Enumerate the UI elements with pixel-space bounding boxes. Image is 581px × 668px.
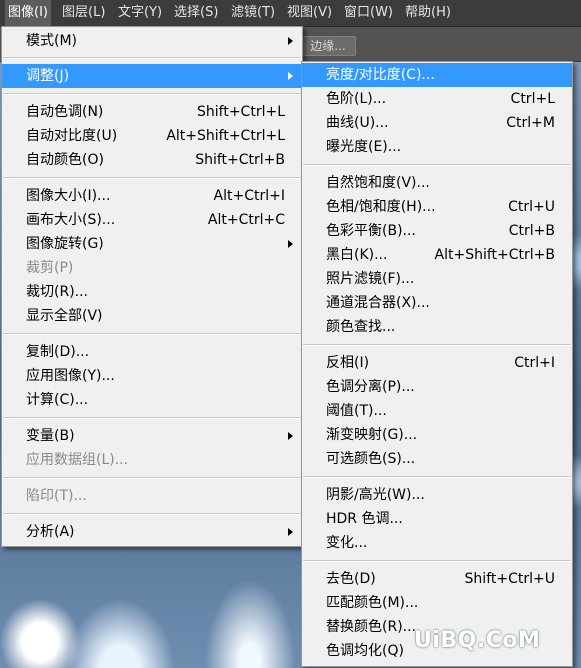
separator [3,417,301,419]
submenu-item-desaturate[interactable]: 去色(D) Shift+Ctrl+U [302,567,572,591]
separator [3,93,301,95]
submenu-item-variations[interactable]: 变化... [302,531,572,555]
menu-item-auto-color[interactable]: 自动颜色(O) Shift+Ctrl+B [2,148,302,172]
separator [303,164,571,166]
menu-item-variables[interactable]: 变量(B) [2,424,302,448]
image-menu: 模式(M) 调整(J) 自动色调(N) Shift+Ctrl+L 自动对比度(U)… [1,26,303,547]
submenu-item-threshold[interactable]: 阈值(T)... [302,399,572,423]
submenu-item-exposure[interactable]: 曝光度(E)... [302,135,572,159]
adjustments-submenu: 亮度/对比度(C)... 色阶(L)... Ctrl+L 曲线(U)... Ctrl… [301,61,573,667]
menu-item-image-size[interactable]: 图像大小(I)... Alt+Ctrl+I [2,184,302,208]
menu-select[interactable]: 选择(S) [171,0,221,26]
menu-item-trap: 陷印(T)... [26,488,87,504]
submenu-item-selective-color[interactable]: 可选颜色(S)... [302,447,572,471]
separator [3,333,301,335]
submenu-item-levels[interactable]: 色阶(L)... Ctrl+L [302,87,572,111]
menu-item-mode[interactable]: 模式(M) [2,29,302,53]
menu-help[interactable]: 帮助(H) [402,0,454,26]
menu-item-image-rotation[interactable]: 图像旋转(G) [2,232,302,256]
submenu-arrow-icon [288,72,293,80]
menu-item-analysis[interactable]: 分析(A) [2,520,302,544]
submenu-item-curves[interactable]: 曲线(U)... Ctrl+M [302,111,572,135]
separator [303,560,571,562]
menu-bar: 图像(I) 图层(L) 文字(Y) 选择(S) 滤镜(T) 视图(V) 窗口(W… [0,0,581,27]
refine-edge-button[interactable]: 边缘... [300,36,356,56]
separator [3,513,301,515]
menu-item-duplicate[interactable]: 复制(D)... [2,340,302,364]
submenu-arrow-icon [288,432,293,440]
submenu-arrow-icon [288,37,293,45]
submenu-item-brightness-contrast[interactable]: 亮度/对比度(C)... [302,63,572,87]
menu-item-reveal-all[interactable]: 显示全部(V) [2,304,302,328]
menu-item-crop: 裁剪(P) [26,260,74,276]
submenu-item-hue-saturation[interactable]: 色相/饱和度(H)... Ctrl+U [302,195,572,219]
menu-item-adjustments[interactable]: 调整(J) [2,64,302,88]
submenu-item-match-color[interactable]: 匹配颜色(M)... [302,591,572,615]
menu-item-trim[interactable]: 裁切(R)... [2,280,302,304]
menu-item-apply-image[interactable]: 应用图像(Y)... [2,364,302,388]
submenu-item-channel-mixer[interactable]: 通道混合器(X)... [302,291,572,315]
menu-image[interactable]: 图像(I) [5,0,51,26]
menu-item-auto-tone[interactable]: 自动色调(N) Shift+Ctrl+L [2,100,302,124]
submenu-item-invert[interactable]: 反相(I) Ctrl+I [302,351,572,375]
menu-view[interactable]: 视图(V) [284,0,335,26]
submenu-arrow-icon [288,240,293,248]
submenu-item-photo-filter[interactable]: 照片滤镜(F)... [302,267,572,291]
menu-item-auto-contrast[interactable]: 自动对比度(U) Alt+Shift+Ctrl+L [2,124,302,148]
submenu-arrow-icon [288,528,293,536]
submenu-item-color-lookup[interactable]: 颜色查找... [302,315,572,339]
separator [303,476,571,478]
watermark-text: UiBQ.CoM [414,628,541,653]
menu-item-canvas-size[interactable]: 画布大小(S)... Alt+Ctrl+C [2,208,302,232]
menu-window[interactable]: 窗口(W) [341,0,396,26]
submenu-item-posterize[interactable]: 色调分离(P)... [302,375,572,399]
separator [3,177,301,179]
menu-type[interactable]: 文字(Y) [115,0,165,26]
submenu-item-vibrance[interactable]: 自然饱和度(V)... [302,171,572,195]
separator [3,477,301,479]
menu-item-calculations[interactable]: 计算(C)... [2,388,302,412]
submenu-item-color-balance[interactable]: 色彩平衡(B)... Ctrl+B [302,219,572,243]
separator [3,57,301,59]
separator [303,344,571,346]
menu-filter[interactable]: 滤镜(T) [228,0,278,26]
submenu-item-gradient-map[interactable]: 渐变映射(G)... [302,423,572,447]
submenu-item-hdr-toning[interactable]: HDR 色调... [302,507,572,531]
menu-layer[interactable]: 图层(L) [59,0,108,26]
submenu-item-shadows-highlights[interactable]: 阴影/高光(W)... [302,483,572,507]
menu-item-apply-data-set: 应用数据组(L)... [26,452,129,468]
submenu-item-black-white[interactable]: 黑白(K)... Alt+Shift+Ctrl+B [302,243,572,267]
